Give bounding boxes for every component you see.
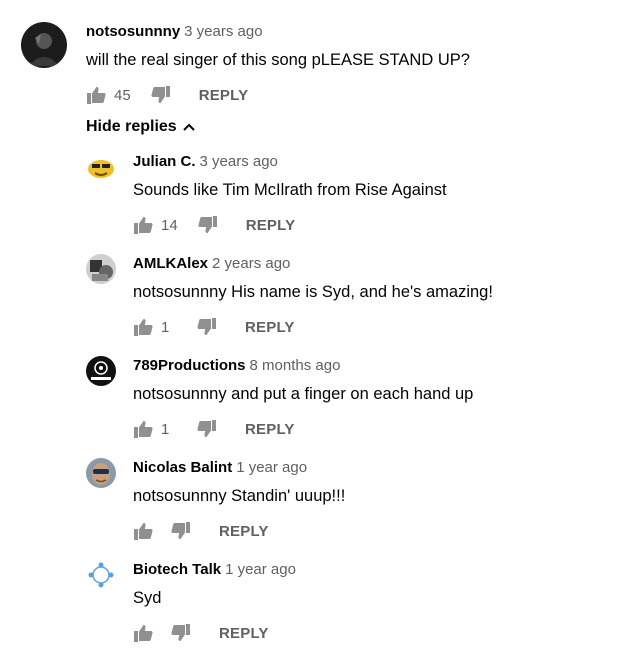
thumbs-up-icon[interactable]	[86, 85, 106, 105]
comment-time[interactable]: 1 year ago	[236, 459, 307, 476]
thumbs-down-icon[interactable]	[151, 85, 171, 105]
like-count: 1	[161, 420, 170, 438]
like-count: 1	[161, 318, 170, 336]
thumbs-up-icon[interactable]	[133, 215, 153, 235]
avatar[interactable]	[86, 458, 116, 488]
comment-actions: 1 REPLY	[133, 316, 295, 338]
comment-text: notsosunnny His name is Syd, and he's am…	[133, 283, 493, 301]
comment-actions: 45 REPLY	[86, 84, 248, 106]
avatar[interactable]	[86, 560, 116, 590]
comment-text: will the real singer of this song pLEASE…	[86, 51, 470, 69]
comment-time[interactable]: 8 months ago	[250, 357, 341, 374]
author-name[interactable]: Biotech Talk	[133, 561, 221, 578]
avatar[interactable]	[86, 356, 116, 386]
like-count: 14	[161, 216, 178, 234]
reply-button[interactable]: REPLY	[219, 625, 269, 642]
author-line: Biotech Talk 1 year ago	[133, 561, 296, 579]
comment-actions: 14 REPLY	[133, 214, 295, 236]
thumbs-up-icon[interactable]	[133, 623, 153, 643]
comment-time[interactable]: 1 year ago	[225, 561, 296, 578]
author-line: notsosunnny 3 years ago	[86, 23, 263, 41]
comment-actions: 1 REPLY	[133, 418, 295, 440]
thumbs-down-icon[interactable]	[197, 419, 217, 439]
comment-actions: REPLY	[133, 520, 269, 542]
reply-button[interactable]: REPLY	[246, 217, 296, 234]
author-line: 789Productions 8 months ago	[133, 357, 340, 375]
thumbs-up-icon[interactable]	[133, 521, 153, 541]
thumbs-down-icon[interactable]	[197, 317, 217, 337]
avatar[interactable]	[86, 254, 116, 284]
avatar[interactable]	[21, 22, 67, 68]
comment-time[interactable]: 3 years ago	[184, 23, 262, 40]
hide-replies-label: Hide replies	[86, 118, 177, 135]
thumbs-down-icon[interactable]	[198, 215, 218, 235]
author-name[interactable]: AMLKAlex	[133, 255, 208, 272]
avatar[interactable]	[86, 152, 116, 182]
comment-text: notsosunnny and put a finger on each han…	[133, 385, 474, 403]
reply-button[interactable]: REPLY	[219, 523, 269, 540]
comment-text: notsosunnny Standin' uuup!!!	[133, 487, 346, 505]
hide-replies-button[interactable]: Hide replies	[86, 118, 195, 136]
author-name[interactable]: Nicolas Balint	[133, 459, 232, 476]
author-line: AMLKAlex 2 years ago	[133, 255, 290, 273]
comment-time[interactable]: 2 years ago	[212, 255, 290, 272]
thumbs-up-icon[interactable]	[133, 317, 153, 337]
author-name[interactable]: notsosunnny	[86, 23, 180, 40]
reply-button[interactable]: REPLY	[245, 421, 295, 438]
author-line: Julian C. 3 years ago	[133, 153, 278, 171]
reply-button[interactable]: REPLY	[199, 87, 249, 104]
chevron-up-icon	[182, 118, 195, 136]
comment-time[interactable]: 3 years ago	[200, 153, 278, 170]
like-count: 45	[114, 86, 131, 104]
author-name[interactable]: Julian C.	[133, 153, 196, 170]
thumbs-down-icon[interactable]	[171, 623, 191, 643]
comment-text: Sounds like Tim McIlrath from Rise Again…	[133, 181, 447, 199]
comment-actions: REPLY	[133, 622, 269, 644]
thumbs-down-icon[interactable]	[171, 521, 191, 541]
thumbs-up-icon[interactable]	[133, 419, 153, 439]
comment-text: Syd	[133, 589, 162, 607]
author-line: Nicolas Balint 1 year ago	[133, 459, 307, 477]
reply-button[interactable]: REPLY	[245, 319, 295, 336]
author-name[interactable]: 789Productions	[133, 357, 246, 374]
